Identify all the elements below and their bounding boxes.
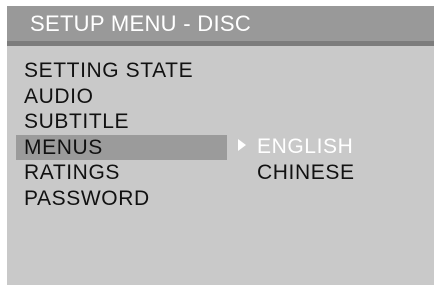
menu-item-audio[interactable]: AUDIO (16, 84, 227, 110)
title-bar: SETUP MENU - DISC (7, 6, 434, 41)
menu-item-subtitle[interactable]: SUBTITLE (16, 109, 227, 135)
menu-item-password[interactable]: PASSWORD (16, 186, 227, 212)
menu-item-setting-state[interactable]: SETTING STATE (16, 58, 227, 84)
title-divider (7, 41, 434, 46)
menu-item-ratings[interactable]: RATINGS (16, 160, 227, 186)
option-chinese[interactable]: CHINESE (257, 160, 355, 186)
option-english[interactable]: ENGLISH (257, 134, 355, 160)
page-title: SETUP MENU - DISC (30, 11, 252, 36)
menu-item-menus[interactable]: MENUS (16, 134, 227, 160)
setup-menu-list: SETTING STATE AUDIO SUBTITLE MENUS RATIN… (16, 58, 227, 211)
option-list: ENGLISH CHINESE (257, 134, 355, 185)
triangle-right-icon (238, 139, 246, 151)
